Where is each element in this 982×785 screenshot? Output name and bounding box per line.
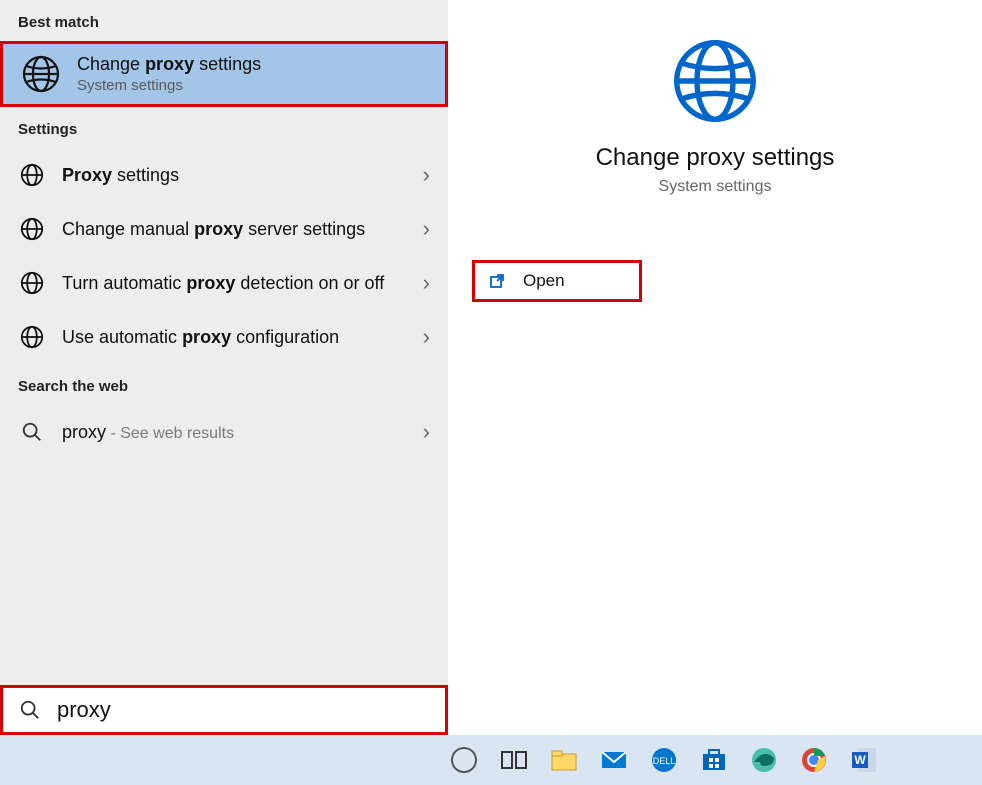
search-icon [18,421,46,443]
title-pre: Change [77,54,145,74]
open-icon [489,271,509,291]
best-match-subtitle: System settings [77,77,261,94]
edge-icon[interactable] [748,744,780,776]
web-term: proxy [62,422,106,442]
label-bold: proxy [182,327,231,347]
search-results-pane: Best match Change proxy settings System … [0,0,448,735]
taskbar: DELL W [0,735,982,785]
label-post: configuration [231,327,339,347]
globe-icon [18,271,46,295]
preview-subtitle: System settings [659,178,772,196]
label-post: server settings [243,219,365,239]
chrome-icon[interactable] [798,744,830,776]
label-bold: proxy [194,219,243,239]
search-web-header: Search the web [0,364,448,405]
best-match-text: Change proxy settings System settings [77,54,261,94]
cortana-icon[interactable] [448,744,480,776]
word-icon[interactable]: W [848,744,880,776]
web-suffix: - See web results [106,425,234,442]
settings-result-auto-config[interactable]: Use automatic proxy configuration › [0,310,448,364]
label-post: detection on or off [235,273,384,293]
label-post: settings [112,165,179,185]
settings-result-auto-detect[interactable]: Turn automatic proxy detection on or off… [0,256,448,310]
search-bar[interactable] [0,685,448,735]
svg-text:W: W [854,753,866,767]
store-icon[interactable] [698,744,730,776]
file-explorer-icon[interactable] [548,744,580,776]
chevron-right-icon: › [423,324,430,350]
chevron-right-icon: › [423,419,430,445]
title-post: settings [194,54,261,74]
settings-result-proxy[interactable]: Proxy settings › [0,148,448,202]
svg-text:DELL: DELL [653,756,676,766]
preview-pane: Change proxy settings System settings Op… [448,0,982,735]
globe-icon [21,54,61,94]
label-bold: proxy [186,273,235,293]
globe-icon [670,36,760,126]
label-pre: Change manual [62,219,194,239]
globe-icon [18,217,46,241]
chevron-right-icon: › [423,162,430,188]
settings-results-list: Proxy settings › Change manual proxy ser… [0,148,448,364]
open-label: Open [523,271,565,291]
chevron-right-icon: › [423,216,430,242]
best-match-header: Best match [0,0,448,41]
open-button[interactable]: Open [472,260,642,302]
settings-result-manual-proxy[interactable]: Change manual proxy server settings › [0,202,448,256]
search-icon [19,699,41,721]
label-pre: Use automatic [62,327,182,347]
globe-icon [18,325,46,349]
label-pre: Turn automatic [62,273,186,293]
label-bold: Proxy [62,165,112,185]
globe-icon [18,163,46,187]
preview-title: Change proxy settings [596,144,835,172]
dell-icon[interactable]: DELL [648,744,680,776]
task-view-icon[interactable] [498,744,530,776]
web-result[interactable]: proxy - See web results › [0,405,448,459]
best-match-result[interactable]: Change proxy settings System settings [0,41,448,107]
mail-icon[interactable] [598,744,630,776]
title-bold: proxy [145,54,194,74]
search-input[interactable] [57,697,429,723]
chevron-right-icon: › [423,270,430,296]
settings-header: Settings [0,107,448,148]
